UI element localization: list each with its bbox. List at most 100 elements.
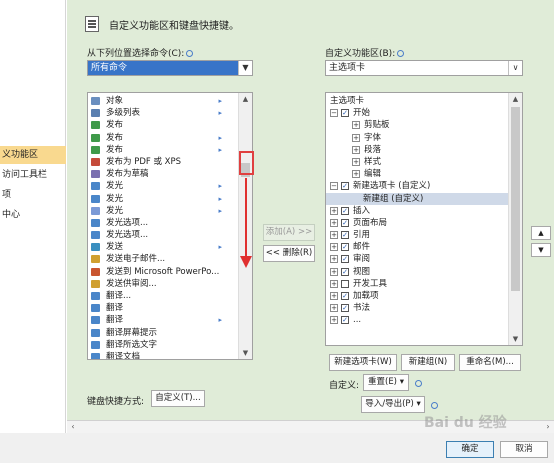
ribbon-tree-item[interactable]: + ✓ 审阅 <box>326 253 510 265</box>
ribbon-tree-item[interactable]: + 字体 <box>326 132 510 144</box>
collapse-icon[interactable]: − <box>330 182 338 191</box>
command-item[interactable]: 翻译 <box>88 302 240 314</box>
command-item[interactable]: 发光 ▸ <box>88 193 240 205</box>
scroll-up-icon[interactable]: ▲ <box>509 93 522 105</box>
command-item[interactable]: 翻译 ▸ <box>88 314 240 326</box>
tab-checkbox[interactable]: ✓ <box>341 255 349 264</box>
ribbon-tree-scrollbar[interactable]: ▲ ▼ <box>508 93 522 345</box>
expand-icon[interactable]: + <box>330 206 338 215</box>
command-item[interactable]: 发送供审阅... <box>88 278 240 290</box>
expand-icon[interactable]: + <box>330 304 338 313</box>
command-item[interactable]: 翻译文档 <box>88 351 240 359</box>
command-item[interactable]: 发光选项... <box>88 217 240 229</box>
tab-checkbox[interactable]: ✓ <box>341 218 349 227</box>
ribbon-tree-item[interactable]: + ✓... <box>326 314 510 326</box>
expand-icon[interactable]: + <box>330 218 338 227</box>
move-up-button[interactable]: ▲ <box>531 226 551 240</box>
ribbon-tree-item[interactable]: + 样式 <box>326 156 510 168</box>
ribbon-tree-item[interactable]: + ✓ 引用 <box>326 229 510 241</box>
command-item[interactable]: 发布 ▸ <box>88 144 240 156</box>
ribbon-tree-item[interactable]: + ✓ 邮件 <box>326 241 510 253</box>
ribbon-tree-item[interactable]: 新建组 (自定义) <box>326 192 510 205</box>
customize-ribbon-dropdown[interactable]: 主选项卡 ∨ <box>325 60 523 76</box>
command-item[interactable]: 发光 ▸ <box>88 180 240 192</box>
expand-icon[interactable]: + <box>330 267 338 276</box>
command-item[interactable]: 多级列表 ▸ <box>88 107 240 119</box>
ribbon-tree-item[interactable]: + ✓ 页面布局 <box>326 217 510 229</box>
command-item[interactable]: 发布为 PDF 或 XPS <box>88 156 240 168</box>
tab-checkbox[interactable]: ✓ <box>341 109 349 118</box>
ribbon-tabs-tree[interactable]: 主选项卡 − ✓ 开始 + 剪贴板 + 字体 + 段落 + 样式 + 编辑 − ✓ 新建选项卡 (自定义) 新建组… <box>325 92 523 346</box>
scroll-thumb[interactable] <box>511 107 520 291</box>
expand-icon[interactable]: + <box>352 145 360 154</box>
expand-icon[interactable]: + <box>352 133 360 142</box>
import-export-button[interactable]: 导入/导出(P) ▾ <box>361 396 425 413</box>
expand-icon[interactable]: + <box>330 243 338 252</box>
command-item[interactable]: 对象 ▸ <box>88 95 240 107</box>
ribbon-tree-item[interactable]: + ✓ 加载项 <box>326 290 510 302</box>
tab-checkbox[interactable]: ✓ <box>341 292 349 300</box>
remove-button[interactable]: << 删除(R) <box>263 245 315 262</box>
keyboard-customize-button[interactable]: 自定义(T)... <box>151 390 205 407</box>
reset-button[interactable]: 重置(E) ▾ <box>363 374 409 391</box>
chevron-down-icon[interactable]: ∨ <box>508 61 522 75</box>
expand-icon[interactable]: + <box>330 231 338 240</box>
ribbon-tree-item[interactable]: − ✓ 新建选项卡 (自定义) <box>326 180 510 192</box>
command-item[interactable]: 发送 ▸ <box>88 241 240 253</box>
new-group-button[interactable]: 新建组(N) <box>401 354 455 371</box>
new-tab-button[interactable]: 新建选项卡(W) <box>329 354 397 371</box>
tab-checkbox[interactable]: ✓ <box>341 267 349 276</box>
chevron-down-icon[interactable]: ▼ <box>238 61 252 75</box>
scroll-up-icon[interactable]: ▲ <box>239 93 252 105</box>
command-item[interactable]: 翻译屏幕提示 <box>88 327 240 339</box>
command-item[interactable]: 发布为草稿 <box>88 168 240 180</box>
commands-list[interactable]: 对象 ▸ 多级列表 ▸ 发布 发布 ▸ 发布 ▸ 发布为 PDF 或 XPS 发布为草稿 发光 ▸ 发光 ▸… <box>87 92 253 360</box>
options-nav-item[interactable]: 义功能区 <box>0 146 66 164</box>
expand-icon[interactable]: + <box>352 157 360 166</box>
expand-icon[interactable]: + <box>330 292 338 300</box>
options-nav-item[interactable]: 中心 <box>0 206 66 224</box>
ribbon-tree-item[interactable]: + 剪贴板 <box>326 119 510 131</box>
tab-checkbox[interactable]: ✓ <box>341 304 349 313</box>
command-item[interactable]: 发送电子邮件... <box>88 253 240 265</box>
tab-checkbox[interactable]: ✓ <box>341 243 349 252</box>
tab-checkbox[interactable]: ✓ <box>341 206 349 215</box>
command-item[interactable]: 发光 ▸ <box>88 205 240 217</box>
options-nav-item[interactable]: 访问工具栏 <box>0 166 66 184</box>
scroll-down-icon[interactable]: ▼ <box>509 333 522 345</box>
ribbon-tree-item[interactable]: + ✓ 书法 <box>326 302 510 314</box>
expand-icon[interactable]: + <box>352 170 360 179</box>
ribbon-tree-item[interactable]: + ✓ 插入 <box>326 205 510 217</box>
move-down-button[interactable]: ▼ <box>531 243 551 257</box>
choose-commands-dropdown[interactable]: 所有命令 ▼ <box>87 60 253 76</box>
command-item[interactable]: 发布 <box>88 119 240 131</box>
command-item[interactable]: 发布 ▸ <box>88 132 240 144</box>
ribbon-tree-item[interactable]: + 开发工具 <box>326 278 510 290</box>
ok-button[interactable]: 确定 <box>446 441 494 458</box>
expand-icon[interactable]: + <box>330 279 338 288</box>
rename-button[interactable]: 重命名(M)... <box>459 354 521 371</box>
tab-checkbox[interactable] <box>341 279 349 288</box>
add-button[interactable]: 添加(A) >> <box>263 224 315 241</box>
collapse-icon[interactable]: − <box>330 109 338 118</box>
tab-checkbox[interactable]: ✓ <box>341 231 349 240</box>
ribbon-tree-item[interactable]: − ✓ 开始 <box>326 107 510 119</box>
cancel-button[interactable]: 取消 <box>500 441 548 458</box>
command-item[interactable]: 发送到 Microsoft PowerPo... <box>88 266 240 278</box>
options-nav-item[interactable]: 项 <box>0 186 66 204</box>
tab-checkbox[interactable]: ✓ <box>341 316 349 325</box>
scroll-left-icon[interactable]: ‹ <box>67 421 79 433</box>
ribbon-tree-item[interactable]: 主选项卡 <box>326 95 510 107</box>
expand-icon[interactable]: + <box>330 316 338 325</box>
ribbon-tree-item[interactable]: + ✓ 视图 <box>326 266 510 278</box>
scroll-down-icon[interactable]: ▼ <box>239 347 252 359</box>
command-item[interactable]: 翻译所选文字 <box>88 339 240 351</box>
ribbon-tree-item[interactable]: + 段落 <box>326 144 510 156</box>
command-item[interactable]: 发光选项... <box>88 229 240 241</box>
expand-icon[interactable]: + <box>352 121 360 130</box>
command-item[interactable]: 翻译... <box>88 290 240 302</box>
ribbon-tree-item[interactable]: + 编辑 <box>326 168 510 180</box>
scroll-right-icon[interactable]: › <box>542 421 554 433</box>
tab-checkbox[interactable]: ✓ <box>341 182 349 191</box>
expand-icon[interactable]: + <box>330 255 338 264</box>
